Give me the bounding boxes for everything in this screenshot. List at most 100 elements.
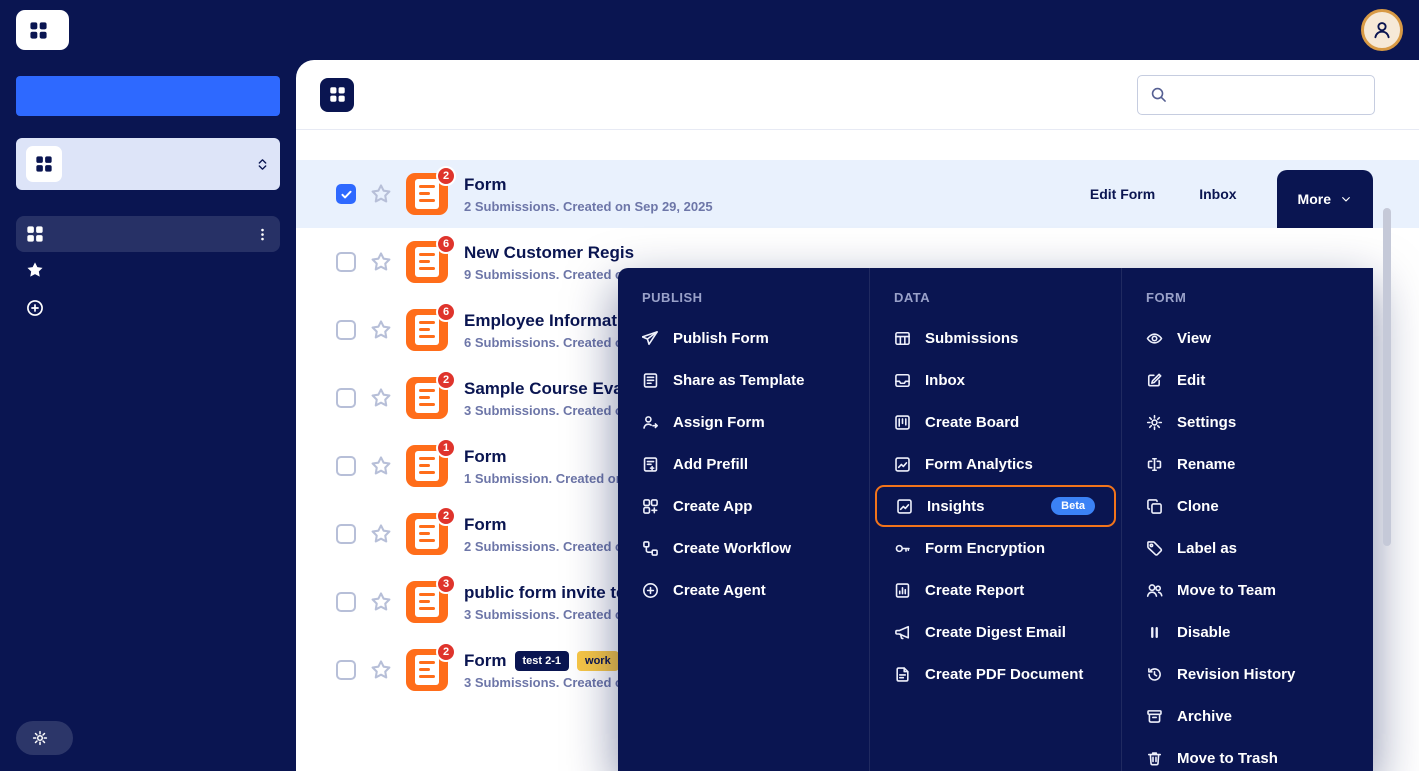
menu-item-create-workflow[interactable]: Create Workflow — [618, 527, 869, 569]
menu-item-revision-history[interactable]: Revision History — [1122, 653, 1373, 695]
menu-item-move-to-trash[interactable]: Move to Trash — [1122, 737, 1373, 771]
menu-item-add-prefill[interactable]: Add Prefill — [618, 443, 869, 485]
form-icon: 2 — [406, 513, 448, 555]
menu-item-create-digest-email[interactable]: Create Digest Email — [870, 611, 1121, 653]
workspace-settings-button[interactable] — [16, 721, 73, 755]
menu-item-insights[interactable]: Insights Beta — [875, 485, 1116, 527]
menu-item-label: Add Prefill — [673, 456, 748, 473]
inbox-button[interactable]: Inbox — [1177, 186, 1258, 202]
form-icon: 6 — [406, 241, 448, 283]
menu-item-move-to-team[interactable]: Move to Team — [1122, 569, 1373, 611]
menu-item-label: Edit — [1177, 372, 1205, 389]
row-checkbox[interactable] — [336, 184, 356, 204]
menu-item-create-report[interactable]: Create Report — [870, 569, 1121, 611]
row-checkbox[interactable] — [336, 320, 356, 340]
menu-item-settings[interactable]: Settings — [1122, 401, 1373, 443]
menu-item-label: Disable — [1177, 624, 1230, 641]
favorite-star-icon[interactable] — [370, 387, 392, 409]
kebab-menu-icon[interactable] — [255, 227, 270, 242]
submission-count-badge: 2 — [436, 506, 456, 526]
form-icon: 2 — [406, 649, 448, 691]
favorite-star-icon[interactable] — [370, 183, 392, 205]
gear-icon — [1146, 414, 1163, 431]
favorite-star-icon[interactable] — [370, 455, 392, 477]
scrollbar-thumb[interactable] — [1383, 208, 1391, 546]
menu-item-label: Insights — [927, 498, 985, 515]
menu-item-label: Archive — [1177, 708, 1232, 725]
row-checkbox[interactable] — [336, 592, 356, 612]
asset-subtitle: 2 Submissions. Created on Sep 29, 2025 — [464, 199, 713, 214]
sidebar-item-favorites[interactable] — [16, 252, 280, 288]
apps-icon — [642, 498, 659, 515]
asset-info: Formtest 2-1work3 Submissions. Created o… — [464, 651, 631, 690]
history-icon — [1146, 666, 1163, 683]
workspace-icon — [26, 146, 62, 182]
assign-icon — [642, 414, 659, 431]
favorite-star-icon[interactable] — [370, 659, 392, 681]
menu-item-label-as[interactable]: Label as — [1122, 527, 1373, 569]
row-checkbox[interactable] — [336, 524, 356, 544]
table-icon — [894, 330, 911, 347]
menu-item-disable[interactable]: Disable — [1122, 611, 1373, 653]
menu-item-label: Move to Team — [1177, 582, 1276, 599]
menu-item-form-analytics[interactable]: Form Analytics — [870, 443, 1121, 485]
menu-item-edit[interactable]: Edit — [1122, 359, 1373, 401]
menu-item-create-app[interactable]: Create App — [618, 485, 869, 527]
asset-title: Form — [464, 447, 507, 467]
avatar[interactable] — [1361, 9, 1403, 51]
menu-item-view[interactable]: View — [1122, 317, 1373, 359]
edit-form-button[interactable]: Edit Form — [1068, 186, 1177, 202]
asset-subtitle: 3 Submissions. Created on — [464, 607, 635, 622]
favorite-star-icon[interactable] — [370, 251, 392, 273]
row-checkbox[interactable] — [336, 660, 356, 680]
beta-badge: Beta — [1051, 497, 1095, 515]
menu-item-label: Inbox — [925, 372, 965, 389]
brand-logo-icon — [29, 21, 48, 40]
asset-title: New Customer Regis — [464, 243, 634, 263]
all-assets-badge-icon — [320, 78, 354, 112]
menu-item-label: Clone — [1177, 498, 1219, 515]
key-icon — [894, 540, 911, 557]
workspace-selector[interactable] — [16, 138, 280, 190]
menu-item-create-pdf-document[interactable]: Create PDF Document — [870, 653, 1121, 695]
search-input[interactable] — [1176, 87, 1362, 103]
menu-item-form-encryption[interactable]: Form Encryption — [870, 527, 1121, 569]
asset-title: Employee Informatio — [464, 311, 632, 331]
menu-item-archive[interactable]: Archive — [1122, 695, 1373, 737]
asset-subtitle: 3 Submissions. Created on — [464, 403, 638, 418]
chart-line-icon — [894, 456, 911, 473]
menu-item-assign-form[interactable]: Assign Form — [618, 401, 869, 443]
asset-row[interactable]: 2Form2 Submissions. Created on Sep 29, 2… — [296, 160, 1419, 228]
asset-info: Employee Informatio6 Submissions. Create… — [464, 311, 632, 350]
create-button[interactable] — [16, 76, 280, 116]
favorite-star-icon[interactable] — [370, 591, 392, 613]
menu-item-label: Create Workflow — [673, 540, 791, 557]
grid-icon — [26, 225, 44, 243]
favorite-star-icon[interactable] — [370, 319, 392, 341]
row-checkbox[interactable] — [336, 252, 356, 272]
menu-item-label: Settings — [1177, 414, 1236, 431]
menu-item-create-agent[interactable]: Create Agent — [618, 569, 869, 611]
clone-icon — [1146, 498, 1163, 515]
menu-item-inbox[interactable]: Inbox — [870, 359, 1121, 401]
menu-item-share-as-template[interactable]: Share as Template — [618, 359, 869, 401]
menu-column-data: DATASubmissionsInboxCreate BoardForm Ana… — [869, 268, 1121, 771]
menu-item-publish-form[interactable]: Publish Form — [618, 317, 869, 359]
asset-title: Form — [464, 515, 507, 535]
sidebar-item-all-assets[interactable] — [16, 216, 280, 252]
menu-item-submissions[interactable]: Submissions — [870, 317, 1121, 359]
scrollbar[interactable] — [1383, 208, 1391, 761]
menu-column-publish: PUBLISHPublish FormShare as TemplateAssi… — [618, 268, 869, 771]
favorite-star-icon[interactable] — [370, 523, 392, 545]
asset-tag: work — [577, 651, 619, 671]
brand-logo[interactable] — [16, 10, 69, 50]
row-checkbox[interactable] — [336, 456, 356, 476]
menu-item-rename[interactable]: Rename — [1122, 443, 1373, 485]
menu-item-create-board[interactable]: Create Board — [870, 401, 1121, 443]
search-box[interactable] — [1137, 75, 1375, 115]
menu-item-clone[interactable]: Clone — [1122, 485, 1373, 527]
more-button[interactable]: More — [1277, 170, 1373, 228]
asset-tag: test 2-1 — [515, 651, 570, 671]
add-label-button[interactable] — [16, 290, 280, 326]
row-checkbox[interactable] — [336, 388, 356, 408]
